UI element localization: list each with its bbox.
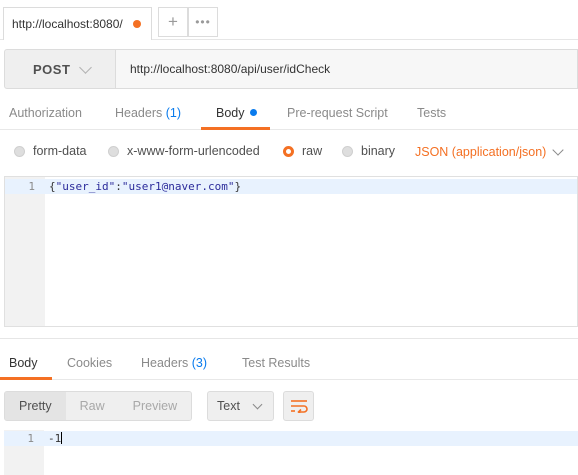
headers-count: (3) [191,356,208,370]
view-raw-button[interactable]: Raw [65,392,119,420]
tab-label: Test Results [242,356,311,370]
unsaved-indicator-icon [133,20,141,28]
tab-authorization[interactable]: Authorization [9,106,82,120]
divider [0,338,578,339]
radio-label: raw [302,144,323,158]
radio-x-www-form-urlencoded[interactable]: x-www-form-urlencoded [108,144,260,158]
format-label: Text [217,399,240,413]
method-label: POST [33,61,71,77]
plus-icon: + [168,12,178,31]
view-pretty-button[interactable]: Pretty [5,392,66,420]
more-horizontal-icon: ••• [195,15,211,29]
response-code-line: -1 [48,432,63,445]
radio-label: form-data [33,144,87,158]
body-type-options: form-data x-www-form-urlencoded raw bina… [0,138,578,166]
wrap-lines-button[interactable] [283,391,314,421]
view-preview-button[interactable]: Preview [118,392,192,420]
line-number: 1 [28,180,35,193]
json-colon: : [115,180,122,193]
tab-label: Headers [141,356,189,370]
active-tab-indicator [201,127,270,130]
wrap-lines-icon [290,400,308,413]
json-value: "user1@naver.com" [121,180,235,193]
radio-label: x-www-form-urlencoded [127,144,260,158]
radio-raw[interactable]: raw [283,144,322,158]
json-brace-open: { [49,180,56,193]
tab-label: Body [216,106,245,120]
tab-label: Cookies [67,356,113,370]
chevron-down-icon[interactable] [552,144,564,156]
request-url-bar: POST http://localhost:8080/api/user/idCh… [4,49,578,89]
tab-label: Headers [115,106,163,120]
json-key: "user_id" [55,180,116,193]
request-body-editor[interactable]: 1 {"user_id":"user1@naver.com"} [4,176,578,327]
response-view-toggle: Pretty Raw Preview [4,391,193,421]
request-tab[interactable]: http://localhost:8080/ [3,7,152,40]
response-format-select[interactable]: Text [207,391,274,421]
tab-cookies[interactable]: Cookies [67,356,112,370]
request-tabs: Authorization Headers (1) Body Pre-reque… [0,96,578,130]
tab-test-results[interactable]: Test Results [242,356,310,370]
text-cursor [61,432,63,444]
content-type-select[interactable]: JSON (application/json) [415,145,546,159]
tab-response-body[interactable]: Body [9,356,38,370]
code-line[interactable]: {"user_id":"user1@naver.com"} [49,180,241,193]
radio-binary[interactable]: binary [342,144,395,158]
tab-label: Tests [417,106,447,120]
line-number-gutter [5,177,45,326]
new-tab-button[interactable]: + [158,7,188,37]
tab-label: Pre-request Script [287,106,388,120]
headers-count: (1) [165,106,182,120]
tab-response-headers[interactable]: Headers (3) [141,356,207,370]
radio-selected-icon [283,145,294,157]
line-number: 1 [27,432,34,445]
url-input[interactable]: http://localhost:8080/api/user/idCheck [116,49,578,89]
chevron-down-icon [79,61,92,74]
body-modified-dot-icon [249,109,257,116]
response-tabs: Body Cookies Headers (3) Test Results [0,344,578,380]
method-select[interactable]: POST [4,49,116,89]
active-line-highlight [4,431,578,446]
request-tab-title: http://localhost:8080/ [12,17,123,31]
response-text: -1 [48,432,62,445]
chevron-down-icon [252,399,263,410]
response-body-viewer[interactable]: 1 -1 [4,430,578,475]
radio-form-data[interactable]: form-data [14,144,87,158]
radio-circle-icon [342,145,353,157]
tab-headers[interactable]: Headers (1) [115,106,181,120]
json-brace-close: } [234,180,242,193]
radio-label: binary [361,144,396,158]
tab-bar: http://localhost:8080/ + ••• [0,0,578,40]
more-tabs-button[interactable]: ••• [188,7,218,37]
tab-label: Authorization [9,106,82,120]
tab-pre-request-script[interactable]: Pre-request Script [287,106,388,120]
active-tab-indicator [0,377,52,380]
tab-label: Body [9,356,38,370]
radio-circle-icon [108,145,119,157]
radio-circle-icon [14,145,25,157]
tab-body[interactable]: Body [216,106,257,120]
tab-tests[interactable]: Tests [417,106,446,120]
